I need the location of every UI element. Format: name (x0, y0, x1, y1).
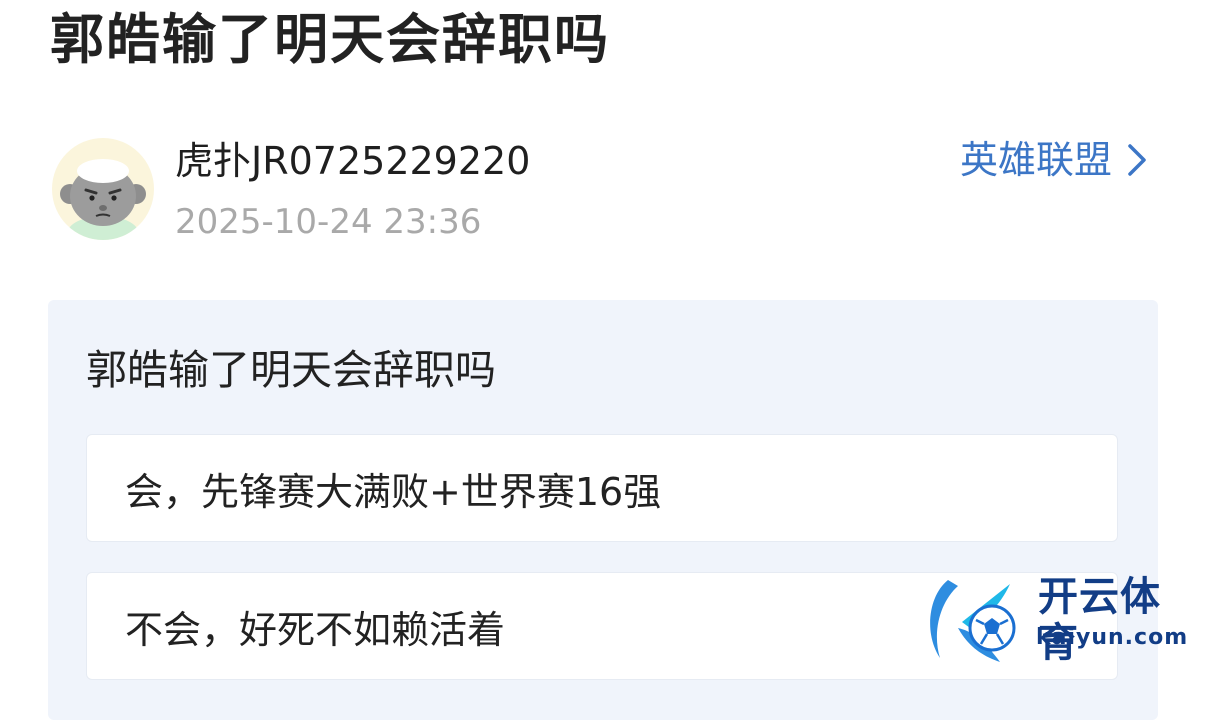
avatar[interactable] (52, 138, 154, 240)
forum-link-label: 英雄联盟 (959, 138, 1112, 182)
poll-option-label: 不会，好死不如赖活着 (125, 607, 506, 652)
author-name[interactable]: 虎扑JR0725229220 (175, 137, 530, 185)
watermark-url: kaiyun.com (1036, 625, 1189, 650)
poll-question: 郭皓输了明天会辞职吗 (86, 346, 496, 394)
poll-option[interactable]: 会，先锋赛大满败+世界赛16强 (86, 434, 1118, 542)
forum-link[interactable]: 英雄联盟 (960, 136, 1150, 184)
post-timestamp: 2025-10-24 23:36 (175, 202, 482, 242)
watermark-brand: 开云体育 (1038, 574, 1161, 666)
chevron-right-icon (1128, 144, 1146, 176)
poll-option-label: 会，先锋赛大满败+世界赛16强 (125, 469, 662, 514)
kaiyun-logo-icon (930, 580, 1016, 662)
post-title: 郭皓输了明天会辞职吗 (50, 8, 610, 71)
avatar-image (60, 159, 146, 240)
watermark-logo: 开云体育 kaiyun.com (918, 572, 1200, 668)
